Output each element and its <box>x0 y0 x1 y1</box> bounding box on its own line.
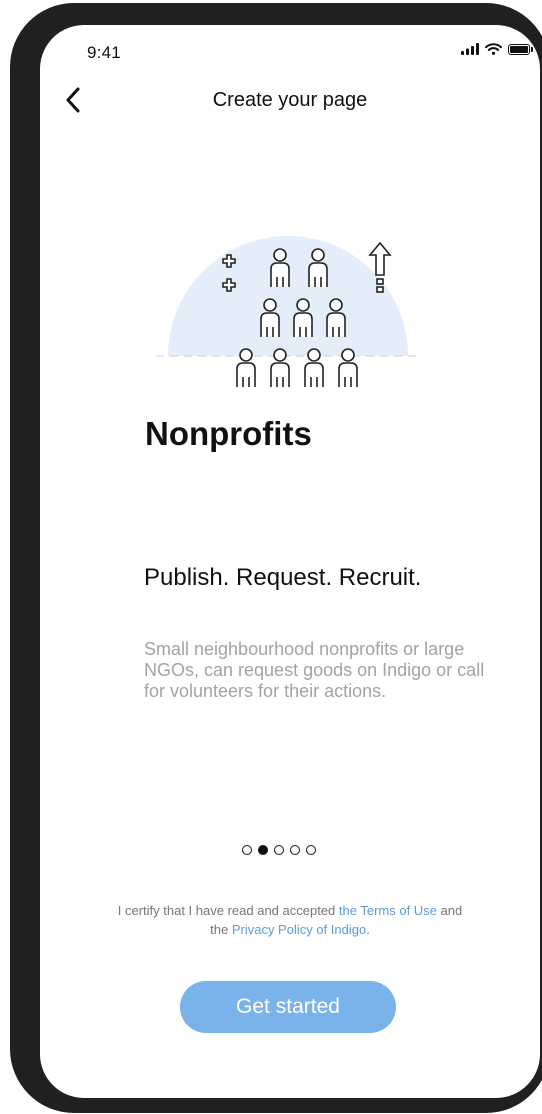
status-icons <box>461 43 533 55</box>
page-dot-1[interactable] <box>242 845 252 855</box>
page-dot-3[interactable] <box>274 845 284 855</box>
description: Small neighbourhood nonprofits or large … <box>144 639 485 701</box>
page-dot-5[interactable] <box>306 845 316 855</box>
legal-suffix: . <box>366 922 370 937</box>
legal-notice: I certify that I have read and accepted … <box>110 901 470 939</box>
nonprofits-illustration <box>150 195 430 400</box>
wifi-icon <box>485 43 502 55</box>
battery-icon <box>508 43 533 55</box>
page-dot-2-active[interactable] <box>258 845 268 855</box>
page-header-title: Create your page <box>212 89 368 111</box>
people-group-icon <box>156 236 420 388</box>
terms-link[interactable]: the Terms of Use <box>339 903 437 918</box>
get-started-button[interactable]: Get started <box>180 981 396 1033</box>
signal-icon <box>461 43 479 55</box>
page-indicator <box>242 845 316 855</box>
legal-prefix: I certify that I have read and accepted <box>117 903 339 918</box>
privacy-link[interactable]: Privacy Policy of Indigo <box>232 922 366 937</box>
phone-frame: 9:41 Create your page Nonprofits Publish… <box>10 3 542 1113</box>
status-time: 9:41 <box>87 43 121 62</box>
app-screen: 9:41 Create your page Nonprofits Publish… <box>40 25 540 1098</box>
headline: Publish. Request. Recruit. <box>144 564 422 591</box>
page-dot-4[interactable] <box>290 845 300 855</box>
category-title: Nonprofits <box>145 415 312 452</box>
